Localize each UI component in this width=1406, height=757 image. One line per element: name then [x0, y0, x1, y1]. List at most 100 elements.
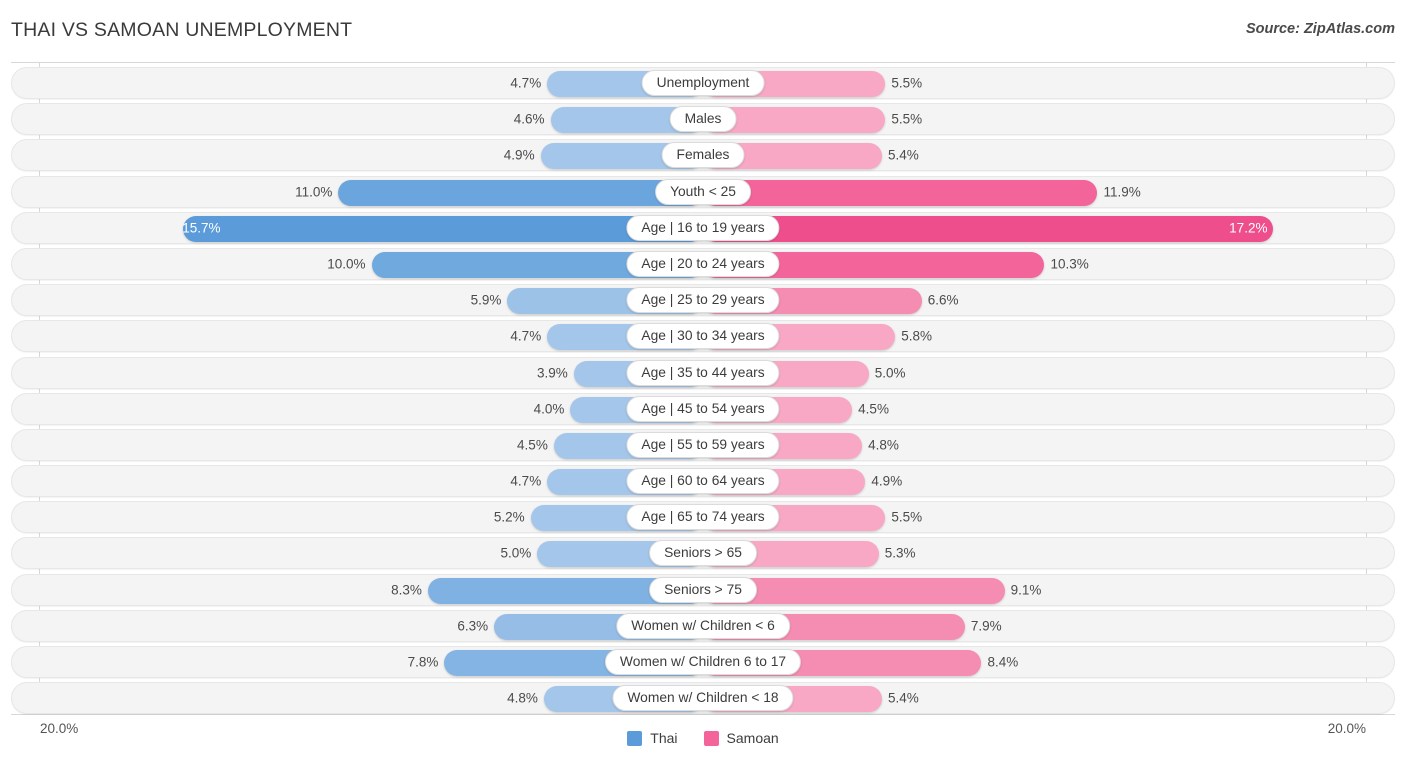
category-label: Age | 65 to 74 years [626, 504, 780, 531]
row-inner: 4.7% 5.5% Unemployment [12, 68, 1394, 98]
legend-swatch-icon [627, 730, 643, 746]
row-inner: 4.6% 5.5% Males [12, 104, 1394, 134]
bar-samoan[interactable] [703, 179, 1098, 206]
value-label-thai: 4.0% [533, 401, 565, 417]
row-inner: 5.9% 6.6% Age | 25 to 29 years [12, 285, 1394, 315]
chart-plot-area: 4.7% 5.5% Unemployment 4.6% 5.5% Males 4.9% 5.4… [11, 62, 1395, 715]
table-row[interactable]: 4.5% 4.8% Age | 55 to 59 years [11, 428, 1395, 461]
table-row[interactable]: 3.9% 5.0% Age | 35 to 44 years [11, 356, 1395, 389]
table-row[interactable]: 4.7% 5.8% Age | 30 to 34 years [11, 320, 1395, 353]
category-label: Age | 60 to 64 years [626, 468, 780, 495]
page-title: THAI VS SAMOAN UNEMPLOYMENT [11, 19, 353, 41]
value-label-thai: 4.7% [510, 75, 542, 91]
value-label-thai: 4.7% [510, 473, 542, 489]
value-label-thai: 6.3% [457, 618, 489, 634]
table-row[interactable]: 5.2% 5.5% Age | 65 to 74 years [11, 501, 1395, 534]
row-inner: 4.8% 5.4% Women w/ Children < 18 [12, 683, 1394, 713]
table-row[interactable]: 4.7% 5.5% Unemployment [11, 67, 1395, 99]
chart-page: THAI VS SAMOAN UNEMPLOYMENT Source: ZipA… [0, 0, 1406, 757]
row-inner: 3.9% 5.0% Age | 35 to 44 years [12, 358, 1394, 388]
value-label-samoan: 7.9% [970, 618, 1002, 634]
category-label: Unemployment [641, 70, 765, 96]
value-label-samoan: 6.6% [927, 292, 959, 308]
category-label: Age | 35 to 44 years [626, 359, 780, 386]
row-inner: 4.7% 4.9% Age | 60 to 64 years [12, 466, 1394, 496]
table-row[interactable]: 10.0% 10.3% Age | 20 to 24 years [11, 247, 1395, 280]
row-inner: 4.9% 5.4% Females [12, 140, 1394, 170]
bar-samoan[interactable] [703, 215, 1274, 242]
category-label: Age | 45 to 54 years [626, 395, 780, 422]
table-row[interactable]: 8.3% 9.1% Seniors > 75 [11, 573, 1395, 606]
row-inner: 15.7% 17.2% Age | 16 to 19 years [12, 213, 1394, 243]
table-row[interactable]: 4.0% 4.5% Age | 45 to 54 years [11, 392, 1395, 425]
category-label: Males [669, 106, 737, 133]
table-row[interactable]: 7.8% 8.4% Women w/ Children 6 to 17 [11, 646, 1395, 678]
value-label-thai: 4.5% [517, 437, 548, 453]
value-label-samoan: 5.3% [884, 545, 916, 561]
value-label-thai: 11.0% [295, 184, 333, 200]
table-row[interactable]: 4.7% 4.9% Age | 60 to 64 years [11, 465, 1395, 498]
value-label-samoan: 9.1% [1010, 582, 1042, 598]
table-row[interactable]: 15.7% 17.2% Age | 16 to 19 years [11, 211, 1395, 244]
category-label: Females [661, 142, 745, 169]
legend-label: Thai [650, 730, 678, 746]
value-label-samoan: 11.9% [1103, 184, 1141, 200]
legend-label: Samoan [726, 730, 779, 746]
category-label: Youth < 25 [655, 178, 751, 205]
category-label: Age | 30 to 34 years [626, 323, 780, 350]
row-inner: 7.8% 8.4% Women w/ Children 6 to 17 [12, 647, 1394, 677]
bar-thai[interactable] [182, 215, 703, 242]
value-label-thai: 5.2% [493, 509, 525, 525]
row-inner: 10.0% 10.3% Age | 20 to 24 years [12, 249, 1394, 279]
value-label-thai: 3.9% [536, 365, 568, 380]
value-label-thai: 7.8% [407, 654, 439, 670]
value-label-samoan: 4.8% [868, 437, 899, 453]
table-row[interactable]: 4.9% 5.4% Females [11, 139, 1395, 172]
category-label: Age | 55 to 59 years [626, 431, 780, 458]
legend-item[interactable]: Samoan [703, 730, 779, 746]
value-label-thai: 10.0% [327, 256, 366, 272]
table-row[interactable]: 11.0% 11.9% Youth < 25 [11, 175, 1395, 208]
category-label: Women w/ Children < 18 [612, 685, 794, 712]
value-label-thai: 4.8% [507, 690, 538, 706]
legend-swatch-icon [703, 730, 719, 746]
row-inner: 11.0% 11.9% Youth < 25 [12, 177, 1394, 207]
value-label-thai: 5.9% [470, 292, 502, 308]
chart-footer: 20.0% 20.0% Thai Samoan [0, 716, 1406, 757]
value-label-samoan: 5.4% [888, 147, 919, 163]
value-label-samoan: 5.8% [901, 328, 933, 344]
value-label-samoan: 5.5% [891, 75, 923, 91]
legend-item[interactable]: Thai [627, 730, 678, 746]
value-label-thai: 5.0% [500, 545, 532, 561]
category-label: Age | 16 to 19 years [626, 214, 780, 241]
value-label-thai: 15.7% [182, 220, 221, 236]
value-label-thai: 4.6% [513, 111, 545, 127]
table-row[interactable]: 4.8% 5.4% Women w/ Children < 18 [11, 682, 1395, 715]
category-label: Seniors > 65 [649, 540, 757, 567]
value-label-samoan: 17.2% [1229, 220, 1268, 236]
value-label-thai: 4.7% [510, 328, 542, 344]
category-label: Age | 20 to 24 years [626, 250, 780, 277]
row-inner: 8.3% 9.1% Seniors > 75 [12, 575, 1394, 605]
value-label-thai: 4.9% [503, 147, 535, 163]
bar-thai[interactable] [338, 179, 703, 206]
bar-rows-container: 4.7% 5.5% Unemployment 4.6% 5.5% Males 4.9% 5.4… [11, 63, 1395, 715]
category-label: Women w/ Children < 6 [616, 612, 790, 639]
table-row[interactable]: 5.0% 5.3% Seniors > 65 [11, 537, 1395, 570]
chart-legend: Thai Samoan [0, 730, 1406, 746]
row-inner: 5.0% 5.3% Seniors > 65 [12, 538, 1394, 568]
value-label-samoan: 5.5% [891, 509, 923, 525]
value-label-samoan: 4.5% [858, 401, 889, 417]
table-row[interactable]: 6.3% 7.9% Women w/ Children < 6 [11, 609, 1395, 642]
category-label: Seniors > 75 [649, 576, 757, 603]
table-row[interactable]: 4.6% 5.5% Males [11, 103, 1395, 136]
value-label-samoan: 4.9% [871, 473, 903, 489]
category-label: Women w/ Children 6 to 17 [604, 649, 802, 675]
value-label-samoan: 10.3% [1050, 256, 1089, 272]
row-inner: 5.2% 5.5% Age | 65 to 74 years [12, 502, 1394, 532]
chart-header: THAI VS SAMOAN UNEMPLOYMENT Source: ZipA… [0, 0, 1406, 58]
table-row[interactable]: 5.9% 6.6% Age | 25 to 29 years [11, 284, 1395, 317]
source-attribution: Source: ZipAtlas.com [1245, 21, 1395, 37]
row-inner: 4.5% 4.8% Age | 55 to 59 years [12, 430, 1394, 460]
value-label-samoan: 8.4% [987, 654, 1019, 670]
